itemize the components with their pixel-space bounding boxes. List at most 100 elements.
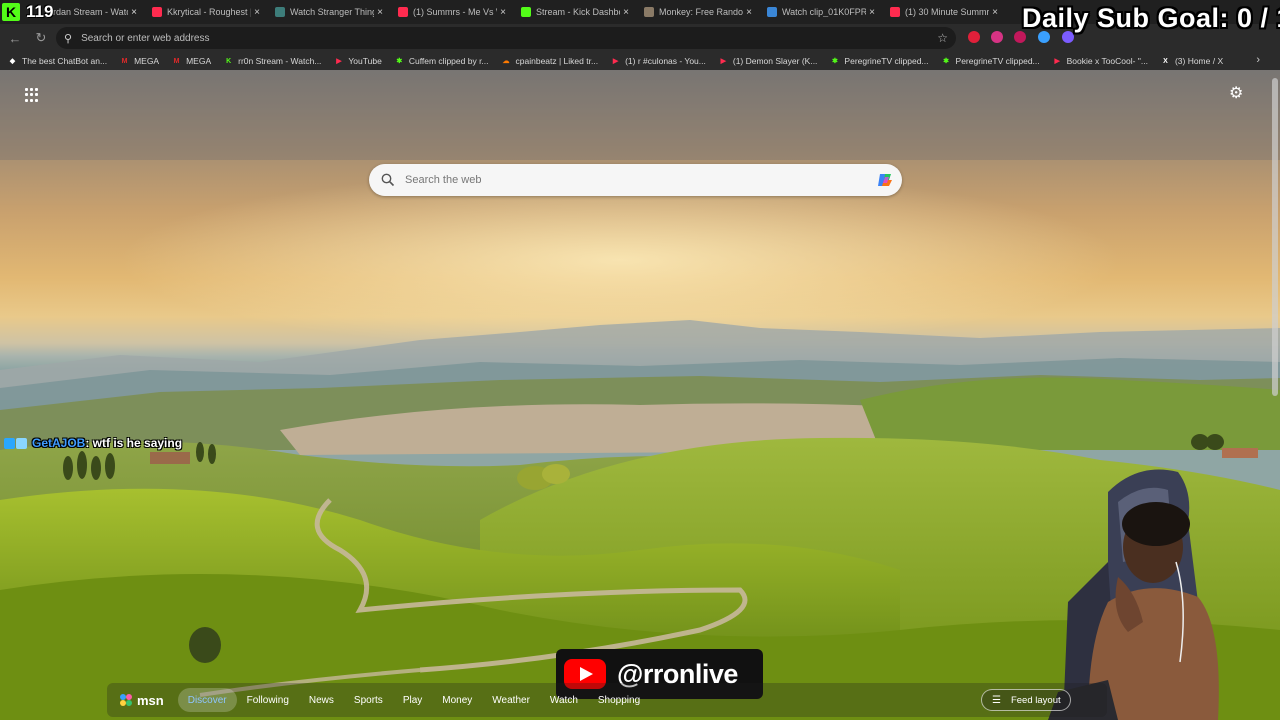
msn-logo[interactable]: msn bbox=[119, 693, 164, 708]
msn-tab-shopping[interactable]: Shopping bbox=[588, 688, 650, 712]
bookmark-label: The best ChatBot an... bbox=[22, 56, 108, 66]
bookmark-item[interactable]: ✱ PeregrineTV clipped... bbox=[942, 56, 1040, 66]
chat-text: : wtf is he saying bbox=[85, 436, 183, 450]
bookmark-label: YouTube bbox=[348, 56, 382, 66]
viewer-count-value: 119 bbox=[26, 2, 54, 21]
close-tab-icon[interactable]: × bbox=[866, 7, 878, 18]
msn-tab-watch[interactable]: Watch bbox=[540, 688, 588, 712]
browser-tab[interactable]: Monkey: Free Random × bbox=[638, 0, 761, 24]
bookmark-favicon-icon: ✱ bbox=[396, 58, 403, 65]
web-search-input[interactable]: Search the web bbox=[405, 174, 876, 186]
msn-nav-bar: msn Discover Following News Sports Play Money… bbox=[107, 683, 1107, 717]
msn-tab-sports[interactable]: Sports bbox=[344, 688, 393, 712]
bookmark-item[interactable]: X (3) Home / X bbox=[1161, 56, 1223, 66]
tab-title: (1) Summrs - Me Vs W bbox=[413, 7, 497, 17]
k-icon bbox=[521, 7, 531, 17]
bookmark-item[interactable]: M MEGA bbox=[120, 56, 159, 66]
bookmark-favicon-icon: ✱ bbox=[831, 58, 838, 65]
address-input[interactable]: Search or enter web address bbox=[81, 33, 937, 44]
tab-title: Monkey: Free Random bbox=[659, 7, 743, 17]
bookmark-item[interactable]: ✱ Cuffem clipped by r... bbox=[395, 56, 488, 66]
bookmark-label: PeregrineTV clipped... bbox=[955, 56, 1040, 66]
bookmark-item[interactable]: ▶ (1) r #culonas - You... bbox=[611, 56, 706, 66]
bookmark-item[interactable]: M MEGA bbox=[172, 56, 211, 66]
bookmark-item[interactable]: ▶ YouTube bbox=[334, 56, 382, 66]
bookmark-label: Bookie x TooCool- "... bbox=[1066, 56, 1148, 66]
tab-title: ordan Stream - Watch bbox=[48, 7, 128, 17]
close-tab-icon[interactable]: × bbox=[128, 7, 140, 18]
search-icon bbox=[381, 173, 395, 187]
extension-icon-2[interactable] bbox=[991, 31, 1003, 43]
browser-tab[interactable]: Stream - Kick Dashboa × bbox=[515, 0, 638, 24]
address-bar[interactable]: ⚲ Search or enter web address ☆ bbox=[56, 27, 956, 49]
bookmarks-more-chevron-icon[interactable]: › bbox=[1256, 54, 1260, 66]
close-tab-icon[interactable]: × bbox=[620, 7, 632, 18]
bookmark-label: PeregrineTV clipped... bbox=[844, 56, 929, 66]
apps-launcher-icon[interactable] bbox=[25, 88, 39, 102]
tab-title: Kkrytical - Roughest | C bbox=[167, 7, 251, 17]
daily-sub-goal: Daily Sub Goal: 0 / 1 bbox=[1022, 3, 1280, 33]
bookmark-favicon-icon: ▶ bbox=[1054, 58, 1060, 65]
browser-tab[interactable]: (1) Summrs - Me Vs W × bbox=[392, 0, 515, 24]
browser-tab[interactable]: Kkrytical - Roughest | C× bbox=[146, 0, 269, 24]
close-tab-icon[interactable]: × bbox=[497, 7, 509, 18]
youtube-icon bbox=[398, 7, 408, 17]
msn-tab-discover[interactable]: Discover bbox=[177, 688, 237, 712]
page-scrollbar[interactable] bbox=[1272, 78, 1278, 396]
bookmark-item[interactable]: ☁ cpainbeatz | Liked tr... bbox=[502, 56, 599, 66]
bookmark-favicon-icon: ▶ bbox=[720, 58, 727, 65]
msn-tab-news[interactable]: News bbox=[299, 688, 344, 712]
bookmark-item[interactable]: ✱ PeregrineTV clipped... bbox=[830, 56, 929, 66]
msn-logo-text: msn bbox=[137, 692, 164, 708]
bookmark-label: (3) Home / X bbox=[1174, 56, 1224, 66]
viewer-count: K 119 bbox=[2, 2, 53, 22]
msn-tab-weather[interactable]: Weather bbox=[482, 688, 540, 712]
settings-gear-icon[interactable]: ⚙ bbox=[1229, 86, 1243, 102]
kick-logo-icon: K bbox=[2, 3, 20, 21]
bookmark-favicon-icon: ◆ bbox=[9, 58, 16, 65]
chat-badge-icon bbox=[4, 437, 15, 449]
youtube-icon bbox=[890, 7, 900, 17]
bookmark-favicon-icon: ▶ bbox=[612, 58, 619, 65]
copilot-icon[interactable] bbox=[876, 171, 894, 189]
back-button-icon[interactable]: ← bbox=[2, 25, 28, 51]
monkey-icon bbox=[644, 7, 654, 17]
bookmark-item[interactable]: ▶ Bookie x TooCool- "... bbox=[1053, 56, 1148, 66]
bookmark-item[interactable]: ▶ (1) Demon Slayer (K... bbox=[719, 56, 818, 66]
bookmarks-bar: ◆ The best ChatBot an... M MEGA M MEGA Krr0n S… bbox=[0, 52, 1280, 70]
reload-button-icon[interactable]: ↻ bbox=[28, 25, 54, 51]
bookmark-favicon-icon: K bbox=[226, 57, 232, 65]
browser-tab[interactable]: Watch Stranger Things × bbox=[269, 0, 392, 24]
bookmark-item[interactable]: Krr0n Stream - Watch... bbox=[224, 56, 321, 66]
bookmark-label: (1) r #culonas - You... bbox=[625, 56, 706, 66]
tab-title: Watch clip_01K0FPRV7 bbox=[782, 7, 866, 17]
tab-title: (1) 30 Minute Summrs bbox=[905, 7, 989, 17]
close-tab-icon[interactable]: × bbox=[374, 7, 386, 18]
bookmark-label: MEGA bbox=[134, 56, 160, 66]
browser-tab[interactable]: Watch clip_01K0FPRV7× bbox=[761, 0, 884, 24]
bookmark-favicon-icon: ✱ bbox=[943, 58, 949, 65]
close-tab-icon[interactable]: × bbox=[251, 7, 263, 18]
chat-message: GetAJOB : wtf is he saying bbox=[4, 436, 182, 450]
web-search-box[interactable]: Search the web bbox=[369, 164, 902, 196]
tab-title: Watch Stranger Things bbox=[290, 7, 374, 17]
chat-username: GetAJOB bbox=[32, 436, 86, 450]
bookmark-item[interactable]: ◆ The best ChatBot an... bbox=[8, 56, 107, 66]
feed-layout-label: Feed layout bbox=[1010, 694, 1061, 706]
msn-tab-following[interactable]: Following bbox=[237, 688, 299, 712]
close-tab-icon[interactable]: × bbox=[743, 7, 755, 18]
chat-badge-icon bbox=[16, 437, 27, 449]
msn-tab-play[interactable]: Play bbox=[393, 688, 432, 712]
bookmark-favicon-icon: ▶ bbox=[336, 58, 342, 65]
browser-tab[interactable]: (1) 30 Minute Summrs × bbox=[884, 0, 1007, 24]
bookmark-label: (1) Demon Slayer (K... bbox=[732, 56, 818, 66]
feed-layout-button[interactable]: ☰ Feed layout bbox=[981, 689, 1071, 711]
close-tab-icon[interactable]: × bbox=[989, 7, 1001, 18]
bookmark-star-icon[interactable]: ☆ bbox=[937, 31, 948, 45]
tab-title: Stream - Kick Dashboa bbox=[536, 7, 620, 17]
msn-tab-money[interactable]: Money bbox=[432, 688, 482, 712]
bookmark-favicon-icon: X bbox=[1163, 57, 1168, 65]
screen: ordan Stream - Watch × Kkrytical - Roughes… bbox=[0, 0, 1280, 720]
bookmark-label: rr0n Stream - Watch... bbox=[238, 56, 322, 66]
extension-icon-1[interactable] bbox=[968, 31, 980, 43]
